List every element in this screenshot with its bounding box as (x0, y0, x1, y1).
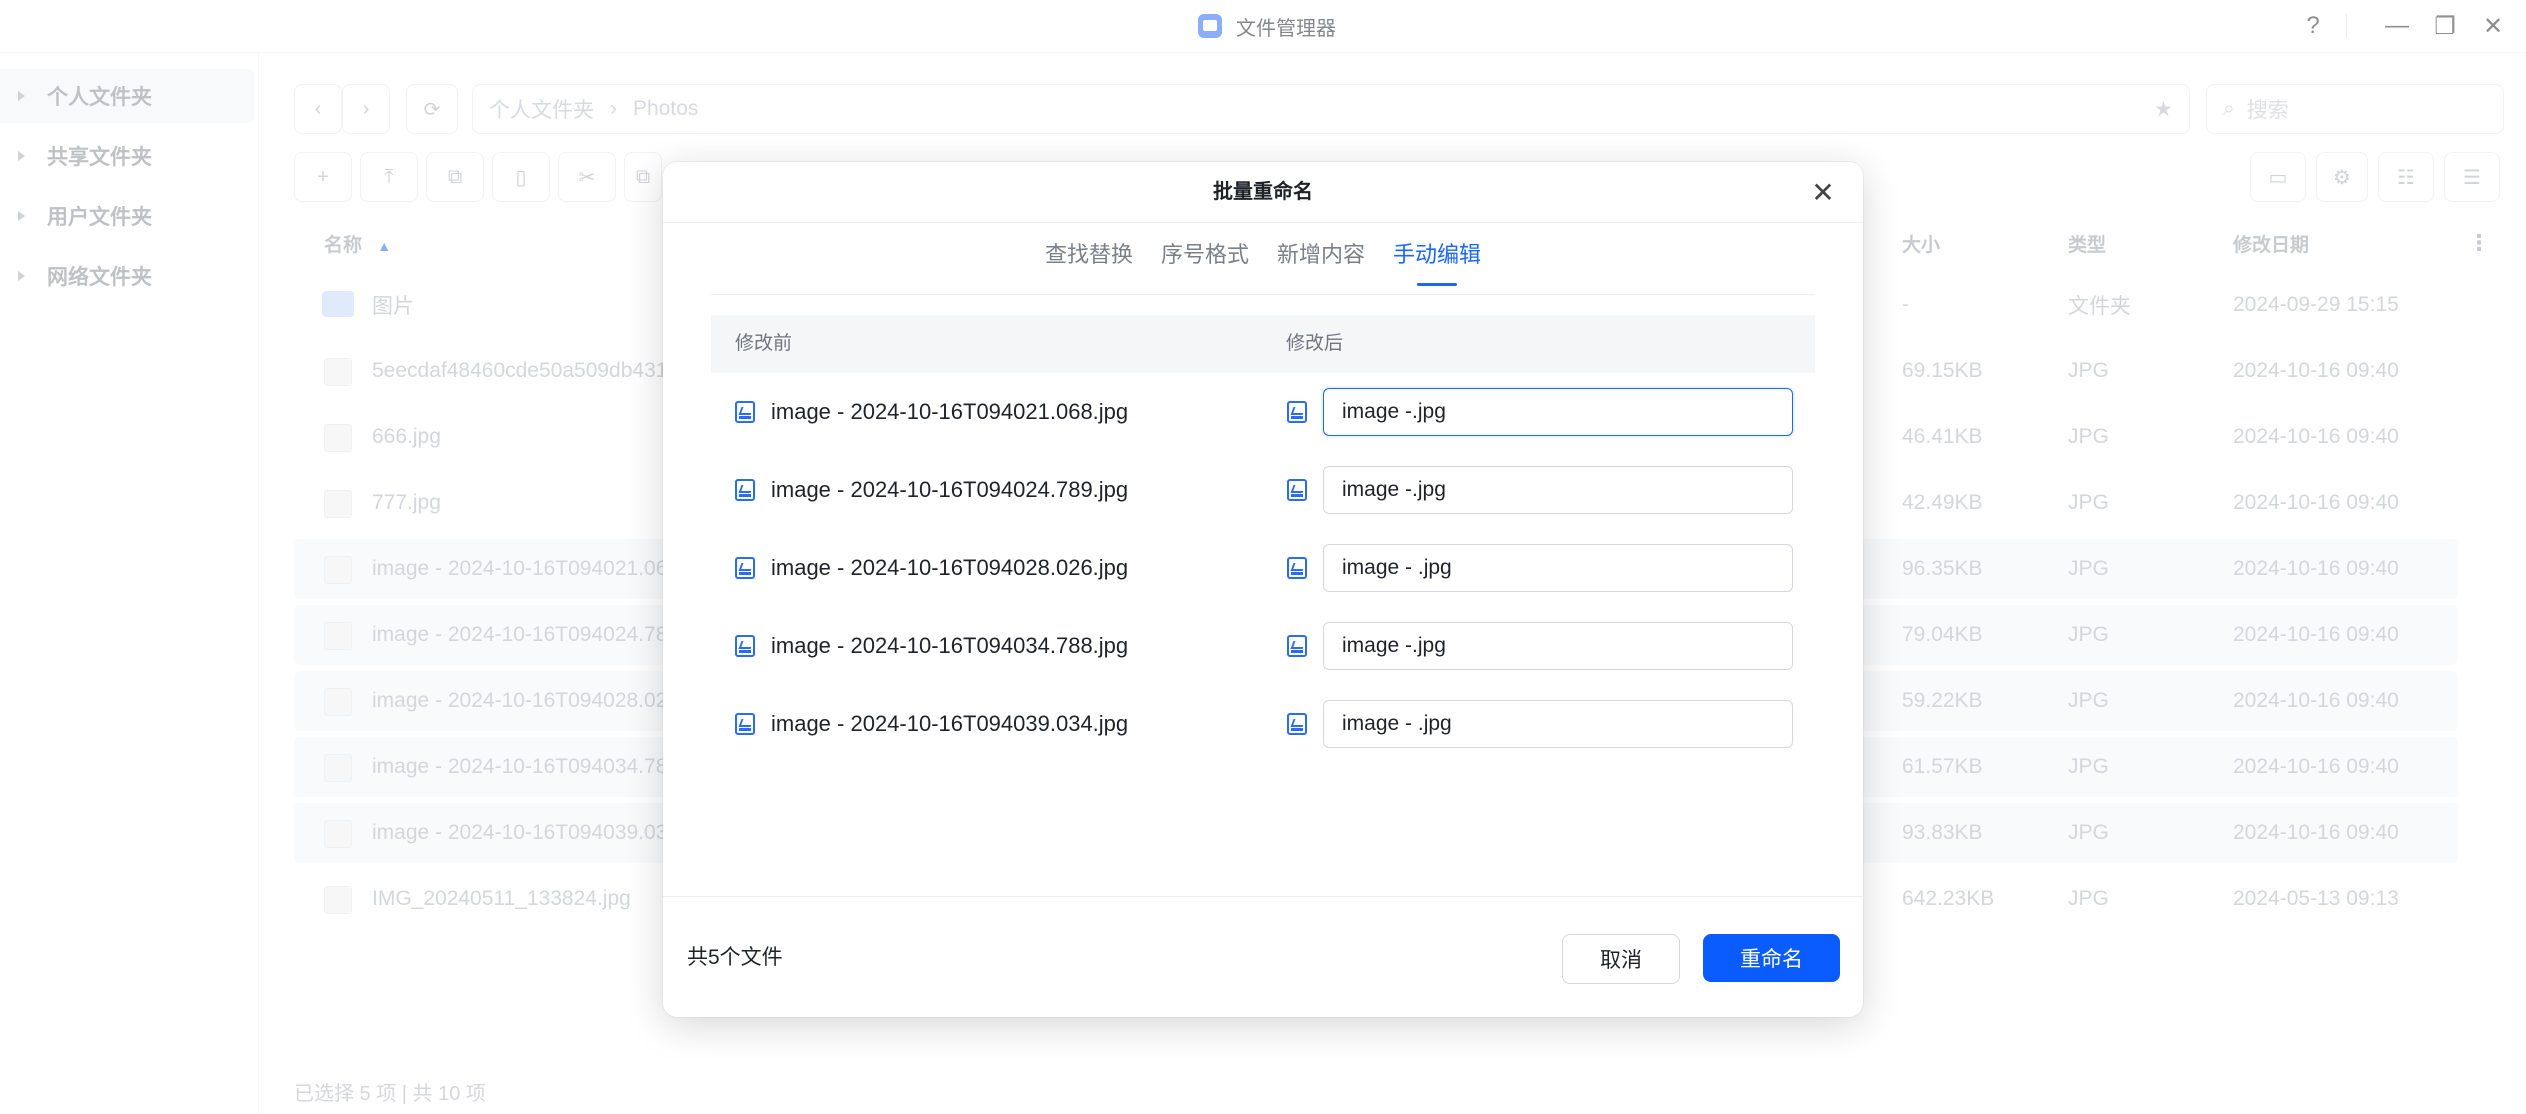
image-file-icon (1287, 479, 1307, 501)
tab-sequence-format[interactable]: 序号格式 (1161, 222, 1249, 294)
tab-find-replace[interactable]: 查找替换 (1045, 222, 1133, 294)
rename-row: image - 2024-10-16T094034.788.jpg (711, 607, 1815, 685)
image-file-icon (735, 713, 755, 735)
rename-row: image - 2024-10-16T094021.068.jpg (711, 373, 1815, 451)
tab-manual-edit[interactable]: 手动编辑 (1393, 222, 1481, 294)
original-file-name: image - 2024-10-16T094039.034.jpg (771, 711, 1129, 736)
original-file-name: image - 2024-10-16T094034.788.jpg (771, 633, 1129, 658)
tab-add-content[interactable]: 新增内容 (1277, 222, 1365, 294)
cancel-button[interactable]: 取消 (1562, 934, 1680, 984)
batch-rename-dialog: 批量重命名 ✕ 查找替换 序号格式 新增内容 手动编辑 修改前 修改后 imag… (663, 162, 1863, 1017)
original-file-name: image - 2024-10-16T094028.026.jpg (771, 555, 1129, 580)
new-file-name-input[interactable] (1323, 700, 1793, 748)
new-file-name-input[interactable] (1323, 466, 1793, 514)
new-file-name-input[interactable] (1323, 622, 1793, 670)
column-header-before: 修改前 (735, 333, 793, 354)
image-file-icon (1287, 635, 1307, 657)
image-file-icon (735, 479, 755, 501)
image-file-icon (735, 557, 755, 579)
image-file-icon (1287, 401, 1307, 423)
rename-row: image - 2024-10-16T094028.026.jpg (711, 529, 1815, 607)
file-count: 共5个文件 (687, 946, 783, 969)
rename-table-header: 修改前 修改后 (711, 315, 1815, 373)
new-file-name-input[interactable] (1323, 388, 1793, 436)
image-file-icon (735, 401, 755, 423)
rename-button[interactable]: 重命名 (1703, 934, 1840, 982)
rename-row: image - 2024-10-16T094024.789.jpg (711, 451, 1815, 529)
column-header-after: 修改后 (1286, 333, 1344, 354)
new-file-name-input[interactable] (1323, 544, 1793, 592)
image-file-icon (735, 635, 755, 657)
original-file-name: image - 2024-10-16T094024.789.jpg (771, 477, 1129, 502)
dialog-title: 批量重命名 (663, 162, 1863, 223)
close-icon[interactable]: ✕ (1809, 177, 1837, 208)
image-file-icon (1287, 713, 1307, 735)
image-file-icon (1287, 557, 1307, 579)
dialog-footer: 共5个文件 取消 重命名 (663, 896, 1863, 1018)
original-file-name: image - 2024-10-16T094021.068.jpg (771, 399, 1129, 424)
rename-mode-tabs: 查找替换 序号格式 新增内容 手动编辑 (711, 222, 1815, 295)
rename-row: image - 2024-10-16T094039.034.jpg (711, 685, 1815, 763)
